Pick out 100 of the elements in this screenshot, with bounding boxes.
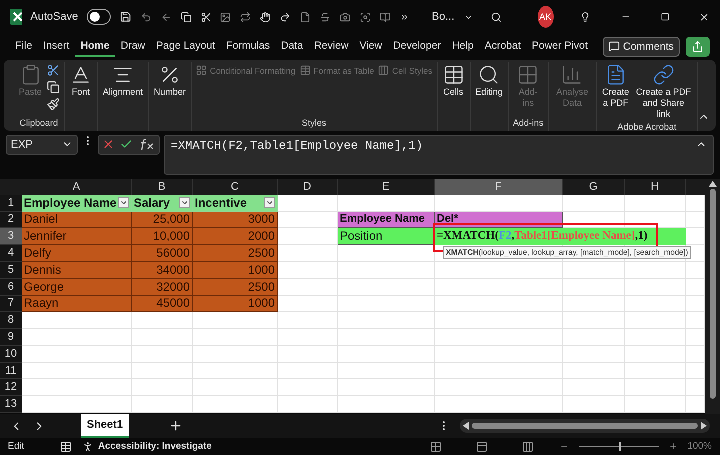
autosave-toggle[interactable] [87, 9, 112, 26]
scroll-right-icon[interactable] [701, 422, 707, 430]
copy-icon[interactable] [47, 80, 60, 94]
menu-tab[interactable]: File [10, 36, 38, 57]
column-header[interactable]: F [435, 178, 563, 195]
columns-icon [378, 65, 390, 76]
function-icon[interactable] [138, 138, 156, 152]
zoom-in-icon[interactable] [668, 442, 678, 452]
autosave-label: AutoSave [30, 11, 78, 24]
row-header[interactable]: 3 [0, 228, 22, 246]
row-header[interactable]: 13 [0, 396, 22, 414]
ribbon-group-label: Clipboard [20, 118, 58, 130]
maximize-icon[interactable] [660, 11, 670, 24]
menu-tab[interactable]: Data [276, 36, 309, 57]
column-header[interactable]: H [625, 178, 686, 195]
sheet-tab[interactable]: Sheet1 [81, 414, 130, 438]
row-header[interactable]: 1 [0, 194, 22, 212]
filter-button[interactable] [264, 197, 275, 208]
pdf-share-icon [652, 64, 675, 86]
menu-tab[interactable]: Page Layout [150, 36, 221, 57]
menu-tab[interactable]: Home [75, 36, 116, 57]
column-header[interactable]: A [22, 178, 132, 195]
filter-button[interactable] [118, 197, 129, 208]
lightbulb-icon[interactable] [580, 10, 592, 25]
table-header-cell: Salary [132, 194, 193, 212]
ribbon-button[interactable]: Number [153, 62, 188, 100]
column-header[interactable]: D [278, 178, 338, 195]
row-header[interactable]: 4 [0, 245, 22, 262]
row-header[interactable]: 12 [0, 379, 22, 396]
table-cell: 10,000 [132, 228, 193, 246]
workbook-stats-icon[interactable] [60, 440, 72, 453]
row-header[interactable]: 10 [0, 346, 22, 363]
table-cell: 3000 [193, 212, 278, 228]
column-header[interactable]: G [563, 178, 625, 195]
table-cell: 2500 [193, 278, 278, 296]
menu-tab[interactable]: Help [446, 36, 480, 57]
cancel-icon[interactable] [102, 138, 115, 152]
menu-tab[interactable]: Power Pivot [526, 36, 594, 57]
filter-button[interactable] [179, 197, 190, 208]
comments-button[interactable]: Comments [603, 36, 680, 57]
table-cell: Dennis [22, 262, 132, 279]
copy-icon[interactable] [180, 10, 192, 25]
table-header-cell: Employee Name [22, 194, 132, 212]
column-header[interactable]: B [132, 178, 193, 195]
ribbon-button[interactable]: Create a PDF and Share link [634, 62, 693, 122]
repeat-icon[interactable] [240, 10, 252, 25]
document-title[interactable]: Bo... [432, 11, 455, 24]
formula-field[interactable]: =XMATCH(F2,Table1[Employee Name],1) [164, 134, 714, 175]
table-cell: 25,000 [132, 212, 193, 228]
table-cell: Raayn [22, 296, 132, 312]
menu-tab[interactable]: Developer [388, 36, 447, 57]
ribbon-button[interactable]: Create a PDF [601, 62, 630, 111]
format-painter-icon[interactable] [47, 98, 60, 111]
ribbon-button[interactable]: Alignment [102, 62, 144, 100]
page-break-icon[interactable] [522, 440, 534, 453]
menu-tab[interactable]: Acrobat [479, 36, 526, 57]
menu-tab[interactable]: Formulas [220, 36, 276, 57]
table-cell: 2500 [193, 245, 278, 262]
row-header[interactable]: 5 [0, 262, 22, 279]
row-header[interactable]: 11 [0, 362, 22, 380]
accessibility-icon[interactable] [82, 440, 94, 453]
row-header[interactable]: 7 [0, 296, 22, 312]
menu-tab[interactable]: Insert [38, 36, 76, 57]
menu-tab[interactable]: Review [308, 36, 354, 57]
page-layout-icon[interactable] [476, 440, 488, 453]
file-icon[interactable] [300, 10, 311, 25]
hand-icon[interactable] [260, 10, 272, 25]
chart-icon [561, 64, 584, 86]
table-cell: 2000 [193, 228, 278, 246]
row-header[interactable]: 2 [0, 212, 22, 228]
table-cell: 56000 [132, 245, 193, 262]
table-cell: George [22, 278, 132, 296]
row-header[interactable]: 6 [0, 278, 22, 296]
menu-tab[interactable]: Draw [115, 36, 151, 57]
column-header[interactable]: E [338, 178, 435, 195]
table-cell: Daniel [22, 212, 132, 228]
scissors-icon[interactable] [47, 64, 60, 77]
scroll-left-icon[interactable] [463, 422, 469, 430]
ribbon-button[interactable]: Font [69, 62, 94, 100]
scroll-up-icon[interactable] [708, 180, 716, 187]
vertical-scrollbar[interactable] [705, 178, 720, 414]
normal-view-icon[interactable] [430, 440, 442, 453]
zoom-percent[interactable]: 100% [688, 441, 712, 452]
table-cell: Jennifer [22, 228, 132, 246]
ribbon-button[interactable]: Editing [474, 62, 504, 100]
column-header[interactable]: C [193, 178, 278, 195]
menu-tab[interactable]: View [354, 36, 388, 57]
row-header[interactable]: 9 [0, 329, 22, 346]
mode-text: Edit [8, 441, 24, 452]
spreadsheet-logo-icon[interactable] [10, 9, 22, 26]
horizontal-scrollbar[interactable] [460, 419, 710, 434]
name-box[interactable]: EXP [6, 134, 78, 155]
share-button[interactable] [686, 36, 710, 57]
row-header[interactable]: 8 [0, 312, 22, 330]
user-avatar[interactable]: AK [538, 6, 554, 28]
add-sheet-icon[interactable] [169, 419, 184, 434]
formula-cell[interactable]: =XMATCH(F2,Table1[Employee Name],1) [435, 228, 686, 246]
accessibility-status[interactable]: Accessibility: Investigate [98, 441, 212, 452]
table-cell: Employee Name [338, 212, 435, 228]
ribbon-button[interactable]: Cells [442, 62, 466, 100]
